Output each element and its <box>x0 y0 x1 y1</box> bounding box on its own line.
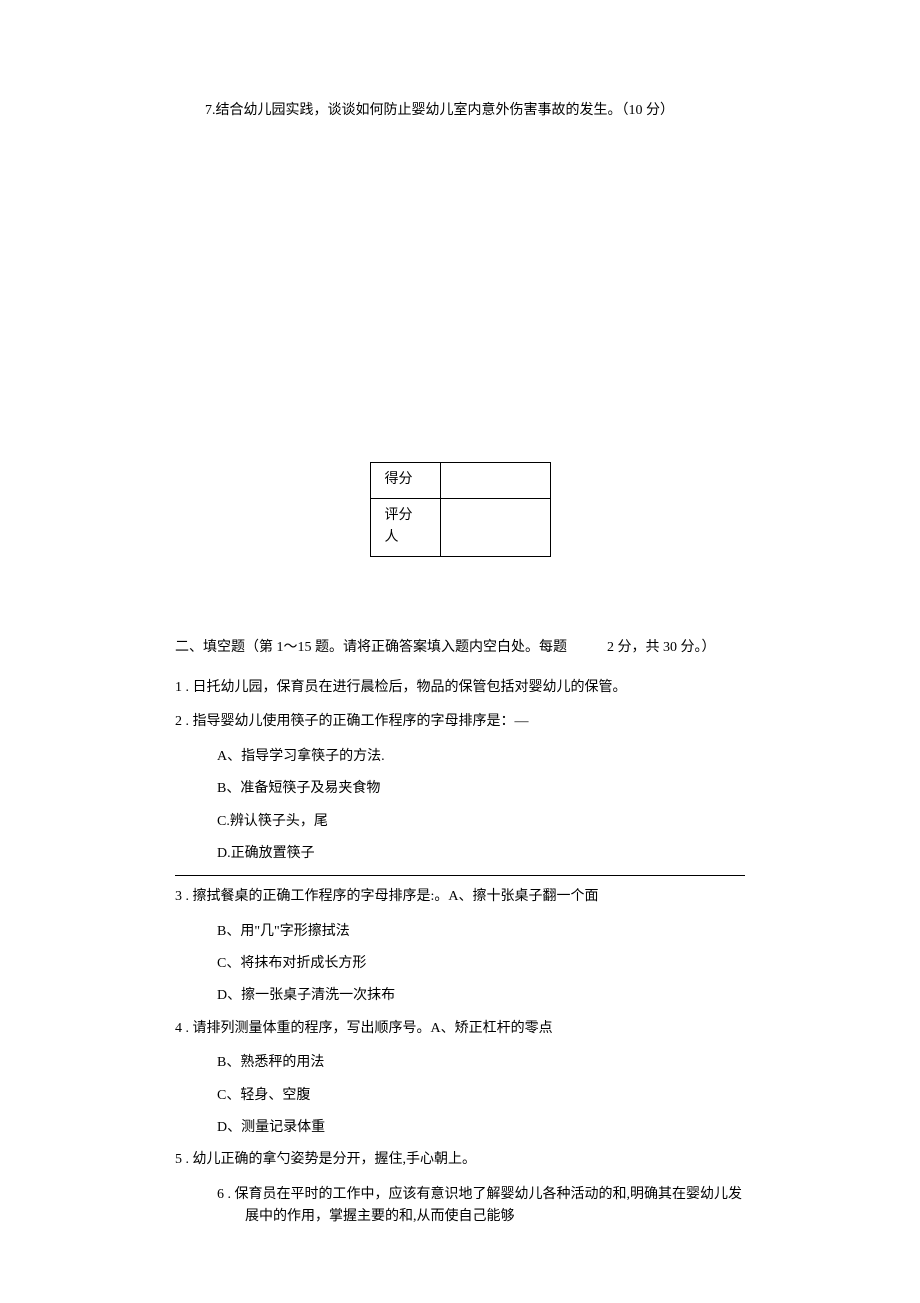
question-4-stem: 4 . 请排列测量体重的程序，写出顺序号。A、矫正杠杆的零点 <box>175 1018 745 1040</box>
q2-option-a: A、指导学习拿筷子的方法. <box>217 746 745 768</box>
score-row: 得分 <box>370 463 550 498</box>
section-2-title: 二、填空题（第 1～15 题。请将正确答案填入题内空白处。每题 2 分，共 30 … <box>175 637 745 659</box>
q2-option-b: B、准备短筷子及易夹食物 <box>217 778 745 800</box>
rater-row: 评分人 <box>370 498 550 556</box>
score-label: 得分 <box>370 463 440 498</box>
q2-option-d: D.正确放置筷子 <box>217 843 745 865</box>
question-2-stem: 2 . 指导婴幼儿使用筷子的正确工作程序的字母排序是：— <box>175 711 745 733</box>
question-3-stem: 3 . 擦拭餐桌的正确工作程序的字母排序是:。A、擦十张桌子翻一个面 <box>175 886 745 908</box>
question-6: 6 . 保育员在平时的工作中，应该有意识地了解婴幼儿各种活动的和,明确其在婴幼儿… <box>175 1184 745 1229</box>
q4-text: 4 . 请排列测量体重的程序，写出顺序号。A、矫正杠杆的零点 <box>175 1021 553 1036</box>
question-3-options: B、用"几"字形擦拭法 C、将抹布对折成长方形 D、擦一张桌子清洗一次抹布 <box>217 921 745 1008</box>
section-2-title-suffix: 2 分，共 30 分。） <box>607 640 716 655</box>
q4-option-b: B、熟悉秤的用法 <box>217 1052 745 1074</box>
rater-label: 评分人 <box>370 498 440 556</box>
question-4-options: B、熟悉秤的用法 C、轻身、空腹 D、测量记录体重 <box>217 1052 745 1139</box>
score-value <box>440 463 550 498</box>
question-7: 7.结合幼儿园实践，谈谈如何防止婴幼儿室内意外伤害事故的发生。（10 分） <box>205 100 745 122</box>
section-2-title-prefix: 二、填空题（第 1～15 题。请将正确答案填入题内空白处。每题 <box>175 640 567 655</box>
question-5: 5 . 幼儿正确的拿勺姿势是分开，握住,手心朝上。 <box>175 1149 745 1171</box>
rater-value <box>440 498 550 556</box>
score-table: 得分 评分人 <box>370 462 551 556</box>
q3-option-c: C、将抹布对折成长方形 <box>217 953 745 975</box>
question-2-options: A、指导学习拿筷子的方法. B、准备短筷子及易夹食物 C.辨认筷子头，尾 D.正… <box>217 746 745 866</box>
q3-option-d: D、擦一张桌子清洗一次抹布 <box>217 985 745 1007</box>
q2-option-c: C.辨认筷子头，尾 <box>217 811 745 833</box>
question-1: 1 . 日托幼儿园，保育员在进行晨检后，物品的保管包括对婴幼儿的保管。 <box>175 677 745 699</box>
q4-option-d: D、测量记录体重 <box>217 1117 745 1139</box>
divider <box>175 875 745 876</box>
q3-option-b: B、用"几"字形擦拭法 <box>217 921 745 943</box>
q4-option-c: C、轻身、空腹 <box>217 1085 745 1107</box>
